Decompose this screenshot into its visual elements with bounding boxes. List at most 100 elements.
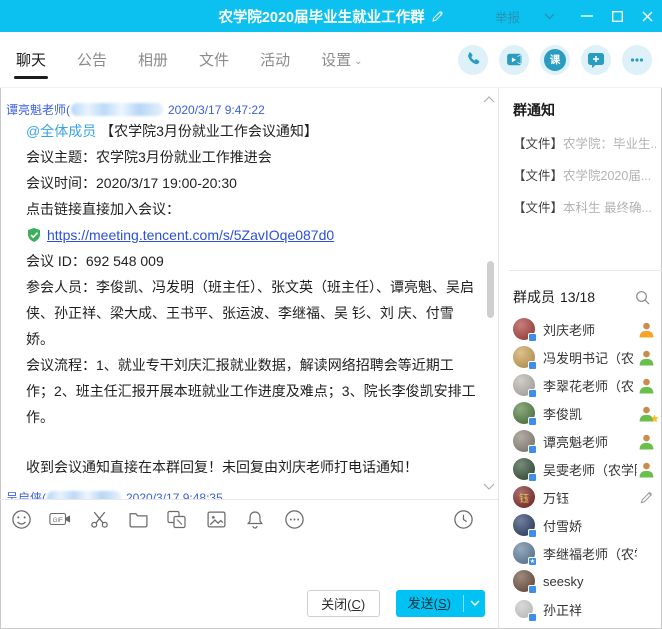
folder-icon (128, 509, 149, 530)
member-status (637, 376, 656, 394)
meeting-link[interactable]: https://meeting.tencent.com/s/5ZavIOqe08… (47, 222, 334, 248)
report-button[interactable]: 举报 (495, 7, 520, 26)
member-status (637, 460, 656, 478)
video-call-button[interactable] (499, 45, 529, 75)
member-name: 万钰 (543, 488, 637, 507)
send-image-button[interactable] (205, 508, 227, 530)
message-history[interactable]: 谭亮魁老师(2020/3/17 9:47:22 @全体成员 【农学院3月份就业工… (0, 88, 498, 500)
mention-all[interactable]: @全体成员 (26, 123, 96, 139)
more-actions-button[interactable] (622, 45, 652, 75)
emoji-button[interactable] (10, 508, 32, 530)
send-file-button[interactable] (127, 508, 149, 530)
member-row[interactable]: seesky (513, 567, 662, 595)
group-notice-item[interactable]: 【文件】农学院：毕业生... (513, 133, 656, 152)
member-list[interactable]: 刘庆老师 冯发明书记（农 李翠花老师（农 李俊凯 ★ 谭亮魁老师 吴雯老 (499, 315, 662, 629)
member-row[interactable]: 付雪娇 (513, 511, 662, 539)
tab-settings[interactable]: 设置⌄ (319, 33, 364, 86)
device-badge (528, 361, 537, 370)
members-title: 群成员 (513, 287, 555, 307)
group-notice-list: 【文件】农学院：毕业生... 【文件】农学院2020届... 【文件】本科生 最… (513, 133, 656, 216)
titlebar-chevron-down-icon[interactable] (534, 0, 564, 32)
maximize-button[interactable] (602, 0, 632, 32)
redacted-qq-number (47, 491, 121, 500)
member-row[interactable]: 谭亮魁老师 (513, 427, 662, 455)
member-row[interactable]: 孙正祥 (513, 595, 662, 623)
member-row[interactable]: 李俊凯 ★ (513, 399, 662, 427)
add-app-button[interactable] (581, 45, 611, 75)
notice-file-name: 本科生 最终确... (563, 201, 652, 215)
member-row[interactable]: 吴雯老师（农学院 (513, 455, 662, 483)
member-name: 刘庆老师 (543, 320, 637, 339)
ellipsis-icon (628, 51, 646, 69)
screen-capture-window-button[interactable] (166, 508, 188, 530)
meeting-topic: 会议主题：农学院3月份就业工作推进会 (26, 144, 480, 170)
voice-call-button[interactable] (458, 45, 488, 75)
send-button-label: 发送(S) (396, 590, 463, 617)
member-status (637, 600, 656, 618)
smiley-icon (11, 509, 32, 530)
member-row[interactable]: ★ 李继福老师（农学院 (513, 539, 662, 567)
tab-settings-label: 设置 (321, 52, 351, 69)
avatar (513, 570, 535, 592)
member-name: 吴雯老师（农学院 (543, 460, 637, 479)
member-row[interactable]: 刘庆老师 (513, 315, 662, 343)
window-title: 农学院2020届毕业生就业工作群 (218, 6, 424, 27)
member-row[interactable]: 钰 万钰 (513, 483, 662, 511)
member-row[interactable]: 冯发明书记（农 (513, 343, 662, 371)
group-notice-item[interactable]: 【文件】农学院2020届... (513, 165, 656, 184)
member-name: 付雪娇 (543, 516, 637, 535)
chat-scrollbar-thumb[interactable] (487, 261, 494, 318)
tab-files[interactable]: 文件 (197, 33, 231, 86)
device-badge (528, 585, 537, 594)
member-status: ★ (637, 404, 656, 422)
avatar (513, 318, 535, 340)
device-badge (528, 613, 537, 622)
edit-title-pencil-icon[interactable] (431, 10, 444, 23)
close-chat-button[interactable]: 关闭(C) (307, 590, 380, 617)
member-status (637, 348, 656, 366)
device-badge (528, 389, 537, 398)
member-name: seesky (543, 574, 637, 589)
tab-activities[interactable]: 活动 (258, 33, 292, 86)
member-name: 李俊凯 (543, 404, 637, 423)
svg-text:GIF: GIF (53, 518, 63, 524)
edit-my-card-pencil-icon[interactable] (639, 490, 654, 505)
member-name: 谭亮魁老师 (543, 432, 637, 451)
notice-file-name: 农学院：毕业生... (563, 137, 656, 151)
close-button[interactable] (632, 0, 662, 32)
notice-file-tag: 【文件】 (513, 201, 563, 215)
member-row[interactable]: 李翠花老师（农 (513, 371, 662, 399)
meeting-time: 会议时间：2020/3/17 19:00-20:30 (26, 170, 480, 196)
send-options-chevron-icon[interactable] (464, 600, 485, 607)
bell-icon (245, 509, 265, 530)
minimize-button[interactable] (572, 0, 602, 32)
image-icon (206, 509, 227, 530)
message-sender-line: 吴启侠(2020/3/17 9:48:35 (6, 489, 480, 500)
tab-chat[interactable]: 聊天 (14, 33, 48, 86)
scroll-down-icon[interactable] (483, 478, 495, 496)
more-tools-button[interactable] (283, 508, 305, 530)
member-search-button[interactable] (635, 290, 650, 305)
member-name: 李翠花老师（农 (543, 376, 637, 395)
safe-link-shield-icon (26, 227, 42, 243)
tab-announcements[interactable]: 公告 (75, 33, 109, 86)
screenshot-button[interactable] (88, 508, 110, 530)
message-timestamp: 2020/3/17 9:47:22 (168, 103, 265, 117)
composer-buttons: 关闭(C) 发送(S) (0, 590, 498, 629)
composer-toolbar: GIF (0, 500, 498, 538)
device-badge (528, 529, 537, 538)
gif-hotpic-button[interactable]: GIF (49, 508, 71, 530)
tab-album[interactable]: 相册 (136, 33, 170, 86)
message-input[interactable] (0, 538, 498, 590)
notify-button[interactable] (244, 508, 266, 530)
send-button[interactable]: 发送(S) (396, 590, 485, 617)
member-presence-icon (638, 377, 655, 394)
group-notice-item[interactable]: 【文件】本科生 最终确... (513, 197, 656, 216)
avatar: 钰 (513, 486, 535, 508)
course-button[interactable]: 课 (540, 45, 570, 75)
message-body: @全体成员 【农学院3月份就业工作会议通知】 会议主题：农学院3月份就业工作推进… (6, 118, 480, 480)
star-badge: ★ (528, 557, 537, 566)
scroll-up-icon[interactable] (483, 90, 495, 108)
message-history-button[interactable] (452, 508, 474, 530)
member-status (637, 544, 656, 562)
